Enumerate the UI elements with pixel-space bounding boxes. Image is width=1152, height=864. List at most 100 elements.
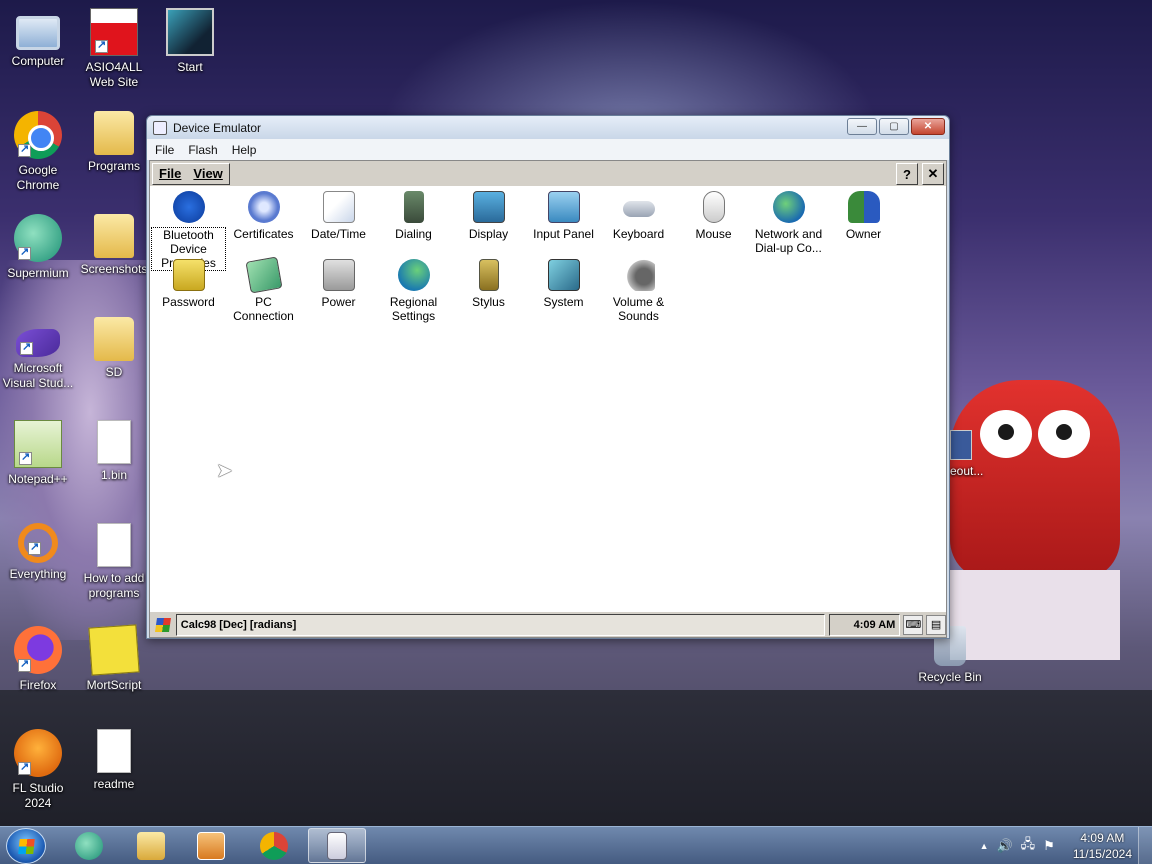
cp-item-password[interactable]: Password bbox=[151, 259, 226, 309]
wallpaper-character bbox=[950, 380, 1120, 580]
firefox-icon bbox=[14, 626, 62, 674]
ce-menu-file[interactable]: File bbox=[159, 166, 181, 181]
desktop-icon-fl-studio[interactable]: FL Studio 2024 bbox=[0, 729, 76, 811]
asio4all-icon bbox=[90, 8, 138, 56]
text-file-icon bbox=[97, 523, 131, 567]
folder-icon bbox=[137, 831, 165, 860]
chrome-icon bbox=[14, 111, 62, 159]
ce-help-button[interactable]: ? bbox=[896, 163, 918, 185]
taskbar-explorer[interactable] bbox=[122, 828, 180, 863]
ce-close-button[interactable]: ✕ bbox=[922, 163, 944, 185]
mortscript-icon bbox=[88, 624, 140, 676]
volume-icon[interactable]: 🔊 bbox=[996, 838, 1012, 854]
folder-icon bbox=[94, 214, 134, 258]
cp-item-date-time[interactable]: Date/Time bbox=[301, 191, 376, 241]
media-player-icon bbox=[197, 831, 225, 860]
window-title: Device Emulator bbox=[173, 120, 262, 135]
pc-connection-icon bbox=[244, 256, 283, 294]
file-icon bbox=[97, 420, 131, 464]
device-emulator-icon bbox=[327, 831, 347, 860]
desktop-icon-notepadpp[interactable]: Notepad++ bbox=[0, 420, 76, 487]
taskbar-clock[interactable]: 4:09 AM 11/15/2024 bbox=[1073, 830, 1132, 862]
menu-flash[interactable]: Flash bbox=[188, 143, 217, 157]
text-file-icon bbox=[97, 729, 131, 773]
cp-item-keyboard[interactable]: Keyboard bbox=[601, 191, 676, 241]
desktop-icon-1bin[interactable]: 1.bin bbox=[76, 420, 152, 483]
owner-icon bbox=[847, 191, 880, 223]
ce-clock[interactable]: 4:09 AM bbox=[829, 613, 901, 636]
mouse-icon bbox=[702, 191, 725, 223]
system-icon bbox=[547, 259, 580, 291]
desktop-icon-screenshots[interactable]: Screenshots bbox=[76, 214, 152, 277]
ce-start-button[interactable] bbox=[152, 614, 174, 636]
action-center-flag-icon[interactable]: ⚑ bbox=[1043, 838, 1055, 854]
desktop-icon-everything[interactable]: Everything bbox=[0, 523, 76, 582]
menu-help[interactable]: Help bbox=[232, 143, 257, 157]
desktop-icon-readme[interactable]: readme bbox=[76, 729, 152, 792]
ce-desktop-icon[interactable]: ▤ bbox=[926, 614, 946, 635]
cp-item-stylus[interactable]: Stylus bbox=[451, 259, 526, 309]
desktop-icon-start[interactable]: Start bbox=[152, 8, 228, 75]
taskbar-supermium[interactable] bbox=[60, 828, 118, 863]
menu-file[interactable]: File bbox=[155, 143, 174, 157]
desktop-icon-sd[interactable]: SD bbox=[76, 317, 152, 380]
desktop-icon-programs[interactable]: Programs bbox=[76, 111, 152, 174]
start-shortcut-icon bbox=[166, 8, 214, 56]
desktop-icon-computer[interactable]: Computer bbox=[0, 8, 76, 69]
ce-menu-view[interactable]: View bbox=[193, 166, 222, 181]
ce-input-panel-icon[interactable]: ⌨ bbox=[903, 614, 924, 635]
close-button[interactable]: ✕ bbox=[911, 118, 945, 135]
desktop-icon-how-to-add-programs[interactable]: How to add programs bbox=[76, 523, 152, 601]
desktop-icon-visual-studio[interactable]: Microsoft Visual Stud... bbox=[0, 317, 76, 391]
ce-task-button[interactable]: Calc98 [Dec] [radians] bbox=[175, 613, 826, 636]
dialing-icon bbox=[403, 191, 424, 223]
supermium-icon bbox=[75, 831, 103, 860]
power-icon bbox=[322, 259, 355, 291]
start-orb-button[interactable] bbox=[6, 828, 46, 864]
keyboard-icon bbox=[622, 201, 655, 217]
visual-studio-icon bbox=[16, 329, 60, 357]
cp-item-mouse[interactable]: Mouse bbox=[676, 191, 751, 241]
stylus-icon bbox=[478, 259, 499, 291]
cp-item-network[interactable]: Network and Dial-up Co... bbox=[751, 191, 826, 255]
taskbar-media-player[interactable] bbox=[182, 828, 240, 863]
cp-item-display[interactable]: Display bbox=[451, 191, 526, 241]
desktop-icon-supermium[interactable]: Supermium bbox=[0, 214, 76, 281]
emulated-device-screen: File View ? ✕ Bluetooth Device Propertie… bbox=[149, 160, 947, 638]
cp-item-pc-connection[interactable]: PC Connection bbox=[226, 256, 301, 323]
cp-item-system[interactable]: System bbox=[526, 259, 601, 309]
maximize-button[interactable]: ▢ bbox=[879, 118, 909, 135]
password-icon bbox=[172, 259, 205, 291]
cp-item-owner[interactable]: Owner bbox=[826, 191, 901, 241]
windows-flag-icon bbox=[154, 617, 171, 632]
wallpaper-floor bbox=[0, 690, 1152, 826]
cp-item-power[interactable]: Power bbox=[301, 259, 376, 309]
network-icon bbox=[772, 191, 805, 223]
desktop-icon-mortscript[interactable]: MortScript bbox=[76, 624, 152, 693]
taskbar-device-emulator[interactable] bbox=[308, 828, 366, 863]
tray-overflow-arrow[interactable]: ▲ bbox=[980, 841, 989, 851]
input-panel-icon bbox=[547, 191, 580, 223]
desktop-icon-partial[interactable]: eout... bbox=[946, 430, 986, 479]
cp-item-input-panel[interactable]: Input Panel bbox=[526, 191, 601, 241]
mouse-cursor-icon: ➤ bbox=[216, 460, 233, 482]
minimize-button[interactable]: — bbox=[847, 118, 877, 135]
system-tray: ▲ 🔊 🖧 ⚑ 4:09 AM 11/15/2024 bbox=[980, 827, 1132, 864]
notepadpp-icon bbox=[14, 420, 62, 468]
cp-item-certificates[interactable]: Certificates bbox=[226, 191, 301, 241]
cp-item-regional-settings[interactable]: Regional Settings bbox=[376, 259, 451, 323]
file-icon bbox=[950, 430, 972, 460]
cp-item-dialing[interactable]: Dialing bbox=[376, 191, 451, 241]
taskbar-chrome[interactable] bbox=[245, 828, 303, 863]
desktop-icon-chrome[interactable]: Google Chrome bbox=[0, 111, 76, 193]
cp-item-volume-sounds[interactable]: Volume & Sounds bbox=[601, 259, 676, 323]
network-icon[interactable]: 🖧 bbox=[1021, 835, 1036, 857]
desktop-icon-asio4all[interactable]: ASIO4ALL Web Site bbox=[76, 8, 152, 90]
everything-search-icon bbox=[18, 523, 58, 563]
fl-studio-icon bbox=[14, 729, 62, 777]
show-desktop-button[interactable] bbox=[1138, 827, 1152, 864]
desktop-icon-firefox[interactable]: Firefox bbox=[0, 626, 76, 693]
window-titlebar[interactable]: Device Emulator — ▢ ✕ bbox=[147, 116, 949, 139]
folder-icon bbox=[94, 317, 134, 361]
device-emulator-window[interactable]: Device Emulator — ▢ ✕ File Flash Help Fi… bbox=[146, 115, 950, 639]
